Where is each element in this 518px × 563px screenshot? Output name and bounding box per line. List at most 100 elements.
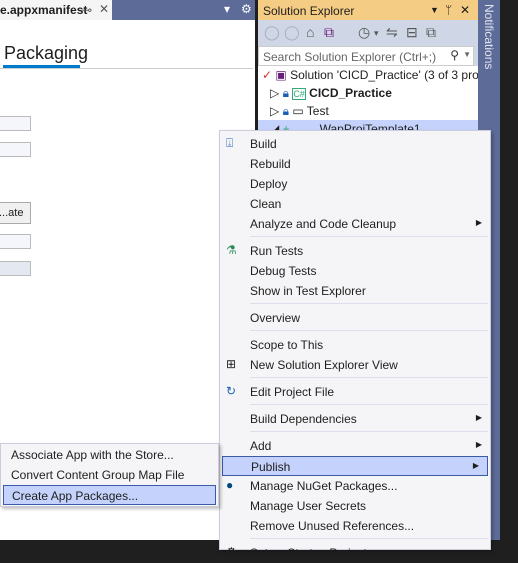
submenu-arrow-icon: ▶ xyxy=(472,461,479,470)
submenu-item-associate-store[interactable]: Associate App with the Store... xyxy=(1,445,218,465)
context-menu: ⍗ Build Rebuild Deploy Clean Analyze and … xyxy=(219,130,491,560)
lock-icon: 🔒︎ xyxy=(282,86,289,100)
check-icon: ✓ xyxy=(262,68,273,82)
nuget-icon: ● xyxy=(226,478,234,492)
menu-label: Debug Tests xyxy=(250,264,317,278)
menu-item-build[interactable]: ⍗ Build xyxy=(220,134,490,154)
submenu-item-convert-content-group[interactable]: Convert Content Group Map File xyxy=(1,465,218,485)
pending-changes-icon[interactable]: ◷ xyxy=(358,24,370,41)
menu-label: Convert Content Group Map File xyxy=(11,468,185,482)
menu-item-clean[interactable]: Clean xyxy=(220,194,490,214)
menu-label: New Solution Explorer View xyxy=(250,358,398,372)
menu-label: Publish xyxy=(251,460,291,474)
menu-label: Manage NuGet Packages... xyxy=(250,479,398,493)
page-title[interactable]: Packaging xyxy=(4,43,88,64)
menu-label: Build xyxy=(250,137,277,151)
menu-item-edit-project-file[interactable]: ↻ Edit Project File xyxy=(220,382,490,402)
tree-label: Test xyxy=(306,104,329,118)
gear-icon: ⚙ xyxy=(226,545,237,559)
menu-item-analyze[interactable]: Analyze and Code Cleanup ▶ xyxy=(220,214,490,234)
build-icon: ⍗ xyxy=(226,136,234,150)
document-tab[interactable]: e.appxmanifest ⊸ ✕ xyxy=(0,0,112,20)
menu-item-run-tests[interactable]: ⚗ Run Tests xyxy=(220,241,490,261)
choose-certificate-button[interactable]: ate... xyxy=(0,202,31,224)
text-field[interactable] xyxy=(0,142,31,157)
dropdown-icon[interactable]: ▼ xyxy=(430,5,439,15)
switch-views-icon[interactable]: ⧉ xyxy=(324,24,334,41)
notifications-label: Notifications xyxy=(482,4,496,70)
sync-icon[interactable]: ⇋ xyxy=(386,24,398,41)
submenu-arrow-icon: ▶ xyxy=(475,413,482,422)
menu-label: Analyze and Code Cleanup xyxy=(250,217,397,231)
menu-item-scope-to-this[interactable]: Scope to This xyxy=(220,335,490,355)
test-project-icon: ▭ xyxy=(292,104,304,118)
search-input[interactable]: Search Solution Explorer (Ctrl+;) ⚲ ▼ xyxy=(258,46,474,66)
submenu-arrow-icon: ▶ xyxy=(475,440,482,449)
back-icon[interactable]: ◯ xyxy=(264,24,280,41)
menu-label: Associate App with the Store... xyxy=(11,448,174,462)
menu-item-deploy[interactable]: Deploy xyxy=(220,174,490,194)
menu-label: Show in Test Explorer xyxy=(250,284,366,298)
show-all-files-icon[interactable]: ⧉ xyxy=(426,24,436,41)
tab-title: e.appxmanifest xyxy=(0,3,88,17)
submenu-arrow-icon: ▶ xyxy=(475,218,482,227)
menu-label: Manage User Secrets xyxy=(250,499,367,513)
menu-item-set-startup[interactable]: ⚙ Set as Startup Project xyxy=(220,543,490,563)
submenu-item-create-app-packages[interactable]: Create App Packages... xyxy=(3,485,216,505)
home-icon[interactable]: ⌂ xyxy=(306,24,314,40)
menu-label: Build Dependencies xyxy=(250,412,357,426)
panel-title: Solution Explorer xyxy=(263,4,355,18)
menu-item-add[interactable]: Add ▶ xyxy=(220,436,490,456)
menu-item-remove-unused-references[interactable]: Remove Unused References... xyxy=(220,516,490,536)
pin-icon[interactable]: ⊸ xyxy=(82,3,92,17)
close-icon[interactable]: ✕ xyxy=(99,2,109,16)
solution-icon: ▣ xyxy=(275,68,287,82)
tab-dropdown-icon[interactable]: ▾ xyxy=(224,2,230,16)
text-field[interactable] xyxy=(0,234,31,249)
text-field[interactable] xyxy=(0,116,31,131)
search-icon[interactable]: ⚲ xyxy=(450,48,459,62)
toolbar: ◯ ◯ ⌂ ⧉ ◷ ▾ ⇋ ⊟ ⧉ xyxy=(258,20,478,46)
menu-label: Clean xyxy=(250,197,282,211)
search-placeholder: Search Solution Explorer (Ctrl+;) xyxy=(263,50,437,64)
menu-item-overview[interactable]: Overview xyxy=(220,308,490,328)
collapse-all-icon[interactable]: ⊟ xyxy=(406,24,418,41)
menu-item-show-test-explorer[interactable]: Show in Test Explorer xyxy=(220,281,490,301)
menu-label: Scope to This xyxy=(250,338,324,352)
tree-label: Solution 'CICD_Practice' (3 of 3 project… xyxy=(290,68,508,82)
forward-icon[interactable]: ◯ xyxy=(284,24,300,41)
menu-label: Deploy xyxy=(250,177,288,191)
menu-item-new-se-view[interactable]: ⊞ New Solution Explorer View xyxy=(220,355,490,375)
menu-label: Set as Startup Project xyxy=(250,546,367,560)
pin-icon[interactable]: ᛘ xyxy=(445,3,452,17)
menu-item-manage-nuget[interactable]: ● Manage NuGet Packages... xyxy=(220,476,490,496)
menu-item-build-dependencies[interactable]: Build Dependencies ▶ xyxy=(220,409,490,429)
tree-item-cicd-practice[interactable]: ▷ 🔒︎ C# CICD_Practice xyxy=(258,84,478,102)
close-icon[interactable]: ✕ xyxy=(460,3,470,17)
edit-icon: ↻ xyxy=(226,384,237,398)
expand-icon[interactable]: ▷ xyxy=(270,86,279,100)
publish-submenu: Associate App with the Store... Convert … xyxy=(0,443,219,507)
divider xyxy=(0,68,253,69)
menu-label: Run Tests xyxy=(250,244,304,258)
tree-label: CICD_Practice xyxy=(309,86,392,100)
menu-label: Rebuild xyxy=(250,157,291,171)
menu-item-debug-tests[interactable]: Debug Tests xyxy=(220,261,490,281)
lock-icon: 🔒︎ xyxy=(282,104,289,118)
tree-item-solution[interactable]: ✓ ▣ Solution 'CICD_Practice' (3 of 3 pro… xyxy=(258,66,507,84)
readonly-field xyxy=(0,261,31,276)
menu-label: Overview xyxy=(250,311,301,325)
menu-item-rebuild[interactable]: Rebuild xyxy=(220,154,490,174)
expand-icon[interactable]: ▷ xyxy=(270,104,279,118)
run-tests-icon: ⚗ xyxy=(226,243,237,257)
menu-item-manage-user-secrets[interactable]: Manage User Secrets xyxy=(220,496,490,516)
tree-item-test[interactable]: ▷ 🔒︎ ▭ Test xyxy=(258,102,478,120)
new-view-icon: ⊞ xyxy=(226,357,237,371)
csharp-project-icon: C# xyxy=(292,88,306,100)
menu-label: Remove Unused References... xyxy=(250,519,415,533)
menu-item-publish[interactable]: Publish ▶ xyxy=(222,456,488,476)
dropdown-icon[interactable]: ▼ xyxy=(463,50,471,59)
document-tab-bar: e.appxmanifest ⊸ ✕ ▾ ⚙ xyxy=(0,0,255,20)
gear-icon[interactable]: ⚙ xyxy=(241,2,252,16)
dropdown-icon[interactable]: ▾ xyxy=(374,28,379,39)
